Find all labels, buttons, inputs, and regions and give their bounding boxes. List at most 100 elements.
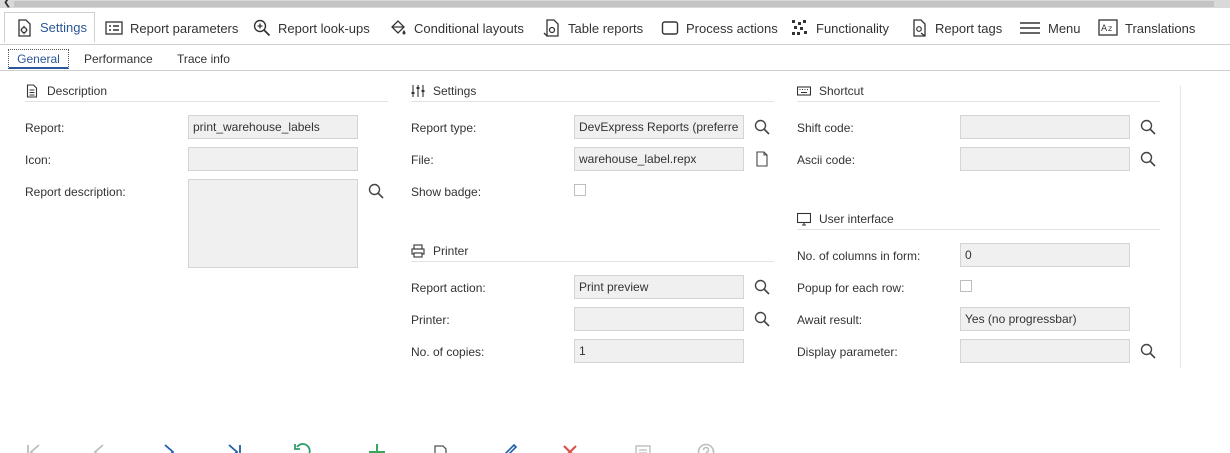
tab-settings-label: Settings bbox=[40, 20, 87, 35]
zoom-in-icon bbox=[253, 19, 271, 37]
copy-icon[interactable] bbox=[432, 443, 450, 453]
icon-label: Icon: bbox=[25, 153, 52, 167]
tab-settings[interactable]: Settings bbox=[4, 12, 95, 43]
user-interface-header-label: User interface bbox=[819, 212, 894, 226]
printer-header-label: Printer bbox=[433, 244, 469, 258]
save-icon[interactable] bbox=[634, 443, 652, 453]
settings-header-label: Settings bbox=[433, 84, 477, 98]
show-badge-label: Show badge: bbox=[411, 185, 482, 199]
functionality-icon bbox=[791, 19, 809, 37]
hamburger-icon bbox=[1019, 19, 1041, 37]
ascii-code-field[interactable] bbox=[960, 147, 1130, 171]
copies-label: No. of copies: bbox=[411, 345, 485, 359]
tab-table-reports[interactable]: Table reports bbox=[543, 12, 643, 44]
await-result-field[interactable]: Yes (no progressbar) bbox=[960, 307, 1130, 331]
scroll-left-icon[interactable]: ❮ bbox=[3, 0, 11, 9]
tab-functionality[interactable]: Functionality bbox=[791, 12, 889, 44]
display-parameter-field[interactable] bbox=[960, 339, 1130, 363]
keyboard-icon bbox=[797, 84, 811, 98]
show-badge-checkbox[interactable] bbox=[574, 184, 586, 196]
last-record-icon[interactable] bbox=[225, 443, 243, 453]
edit-icon[interactable] bbox=[500, 443, 518, 453]
tab-report-lookups-label: Report look-ups bbox=[278, 20, 370, 36]
popup-label: Popup for each row: bbox=[797, 281, 905, 295]
description-header-label: Description bbox=[47, 84, 108, 98]
search-icon[interactable] bbox=[1139, 342, 1157, 360]
tab-table-reports-label: Table reports bbox=[568, 20, 644, 36]
settings-section-header: Settings bbox=[411, 81, 774, 102]
search-icon[interactable] bbox=[753, 278, 771, 296]
tab-report-parameters[interactable]: Report parameters bbox=[105, 12, 238, 44]
search-icon[interactable] bbox=[367, 182, 385, 200]
ascii-code-label: Ascii code: bbox=[797, 153, 856, 167]
delete-icon[interactable] bbox=[561, 443, 579, 453]
user-interface-section-header: User interface bbox=[797, 209, 1160, 230]
table-report-icon bbox=[543, 19, 561, 37]
subtab-trace-info[interactable]: Trace info bbox=[177, 49, 230, 69]
translate-icon: Az bbox=[1098, 19, 1118, 37]
report-field[interactable]: print_warehouse_labels bbox=[188, 115, 358, 139]
description-section-header: Description bbox=[25, 81, 388, 102]
tab-report-parameters-label: Report parameters bbox=[130, 20, 239, 36]
tab-functionality-label: Functionality bbox=[816, 20, 889, 36]
svg-text:A: A bbox=[1101, 24, 1108, 34]
next-record-icon[interactable] bbox=[160, 443, 178, 453]
top-scrollbar[interactable]: ❮ bbox=[0, 0, 1230, 8]
shortcut-section-header: Shortcut bbox=[797, 81, 1160, 102]
tab-menu-label: Menu bbox=[1048, 20, 1081, 36]
shift-code-field[interactable] bbox=[960, 115, 1130, 139]
scrollbar-thumb[interactable] bbox=[14, 1, 1214, 7]
display-parameter-label: Display parameter: bbox=[797, 345, 898, 359]
subtab-performance[interactable]: Performance bbox=[84, 49, 153, 69]
tag-icon bbox=[910, 19, 928, 37]
report-type-field[interactable]: DevExpress Reports (preferre bbox=[574, 115, 744, 139]
bottom-toolbar bbox=[0, 440, 1230, 453]
document-icon bbox=[25, 84, 39, 98]
search-icon[interactable] bbox=[753, 310, 771, 328]
shift-code-label: Shift code: bbox=[797, 121, 854, 135]
columns-label: No. of columns in form: bbox=[797, 249, 921, 263]
first-record-icon[interactable] bbox=[25, 443, 43, 453]
tab-report-lookups[interactable]: Report look-ups bbox=[253, 12, 370, 44]
undo-icon[interactable] bbox=[293, 443, 311, 453]
svg-text:z: z bbox=[1108, 24, 1112, 33]
copies-field[interactable]: 1 bbox=[574, 339, 744, 363]
monitor-icon bbox=[797, 212, 811, 226]
previous-record-icon[interactable] bbox=[90, 443, 108, 453]
help-icon[interactable] bbox=[697, 443, 715, 453]
main-tab-bar: Settings Report parameters Report look-u… bbox=[0, 12, 1230, 45]
tab-translations[interactable]: Az Translations bbox=[1098, 12, 1195, 44]
column-divider bbox=[1180, 86, 1181, 368]
report-type-label: Report type: bbox=[411, 121, 477, 135]
file-field[interactable]: warehouse_label.repx bbox=[574, 147, 744, 171]
printer-icon bbox=[411, 244, 425, 258]
sub-tab-bar: General Performance Trace info bbox=[0, 48, 1230, 71]
tab-conditional-layouts-label: Conditional layouts bbox=[414, 20, 524, 36]
shortcut-header-label: Shortcut bbox=[819, 84, 864, 98]
report-action-field[interactable]: Print preview bbox=[574, 275, 744, 299]
search-icon[interactable] bbox=[753, 118, 771, 136]
tab-conditional-layouts[interactable]: Conditional layouts bbox=[389, 12, 524, 44]
search-icon[interactable] bbox=[1139, 118, 1157, 136]
popup-checkbox[interactable] bbox=[960, 280, 972, 292]
search-icon[interactable] bbox=[1139, 150, 1157, 168]
tab-translations-label: Translations bbox=[1125, 20, 1196, 36]
file-label: File: bbox=[411, 153, 434, 167]
tab-process-actions[interactable]: Process actions bbox=[661, 12, 778, 44]
printer-section-header: Printer bbox=[411, 241, 774, 262]
columns-field[interactable]: 0 bbox=[960, 243, 1130, 267]
icon-field[interactable] bbox=[188, 147, 358, 171]
report-description-field[interactable] bbox=[188, 179, 358, 268]
tab-menu[interactable]: Menu bbox=[1019, 12, 1081, 44]
paint-bucket-icon bbox=[389, 19, 407, 37]
add-icon[interactable] bbox=[368, 443, 386, 453]
subtab-general[interactable]: General bbox=[8, 49, 69, 69]
list-icon bbox=[105, 19, 123, 37]
square-icon bbox=[661, 19, 679, 37]
report-description-label: Report description: bbox=[25, 185, 126, 199]
file-icon[interactable] bbox=[753, 150, 771, 168]
tab-report-tags[interactable]: Report tags bbox=[910, 12, 1002, 44]
report-label: Report: bbox=[25, 121, 65, 135]
printer-field[interactable] bbox=[574, 307, 744, 331]
tab-report-tags-label: Report tags bbox=[935, 20, 1003, 36]
